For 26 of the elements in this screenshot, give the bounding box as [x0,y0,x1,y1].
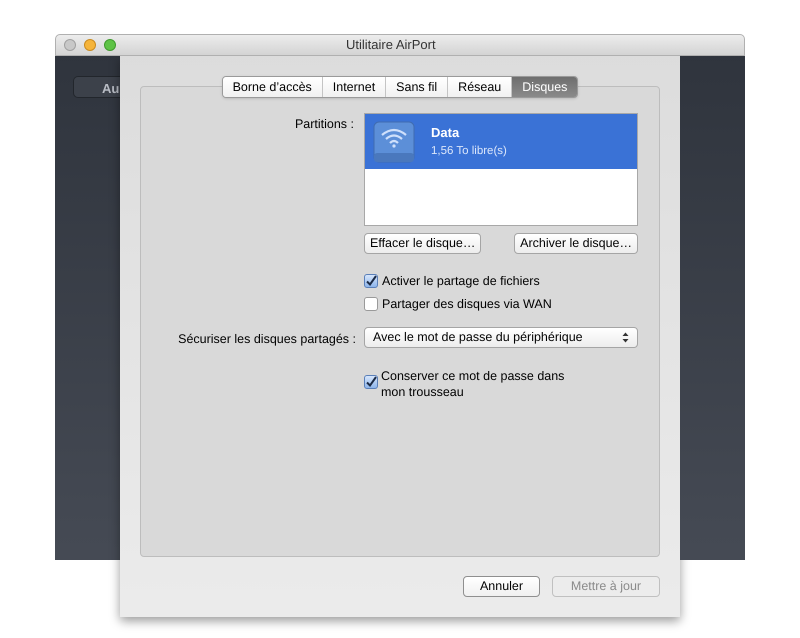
tab[interactable]: Internet [322,77,386,97]
tab[interactable]: Sans fil [385,77,448,97]
window-title: Utilitaire AirPort [346,36,436,54]
security-label: Sécuriser les disques partagés : [177,330,356,348]
checkbox[interactable] [364,297,378,312]
partitions-label: Partitions : [294,116,355,133]
security-popup[interactable]: Avec le mot de passe du périphérique [364,326,638,348]
tab[interactable]: Disques [511,77,578,97]
disk-action-button[interactable]: Effacer le disque… [364,233,482,254]
partition-row[interactable]: Data 1,56 To libre(s) [365,114,637,169]
checkbox[interactable] [364,274,378,288]
checkbox-label: Activer le partage de fichiers [382,273,540,290]
disk-action-button[interactable]: Archiver le disque… [514,233,638,254]
checkbox-label: Conserver ce mot de passe dans mon trousseau [381,368,566,400]
tab[interactable]: Réseau [447,77,512,97]
footer-button[interactable]: Annuler [463,576,540,597]
zoom-icon[interactable] [104,39,116,51]
minimize-icon[interactable] [84,39,96,51]
toolbar-button[interactable]: Au [73,76,120,98]
tab[interactable]: Borne d’accès [222,77,322,97]
partition-free-space: 1,56 To libre(s) [431,144,507,159]
partition-name: Data [431,124,460,142]
close-icon[interactable] [64,39,76,51]
updown-icon [622,332,629,342]
checkbox-label: Partager des disques via WAN [382,296,552,313]
checkbox[interactable] [364,375,378,390]
